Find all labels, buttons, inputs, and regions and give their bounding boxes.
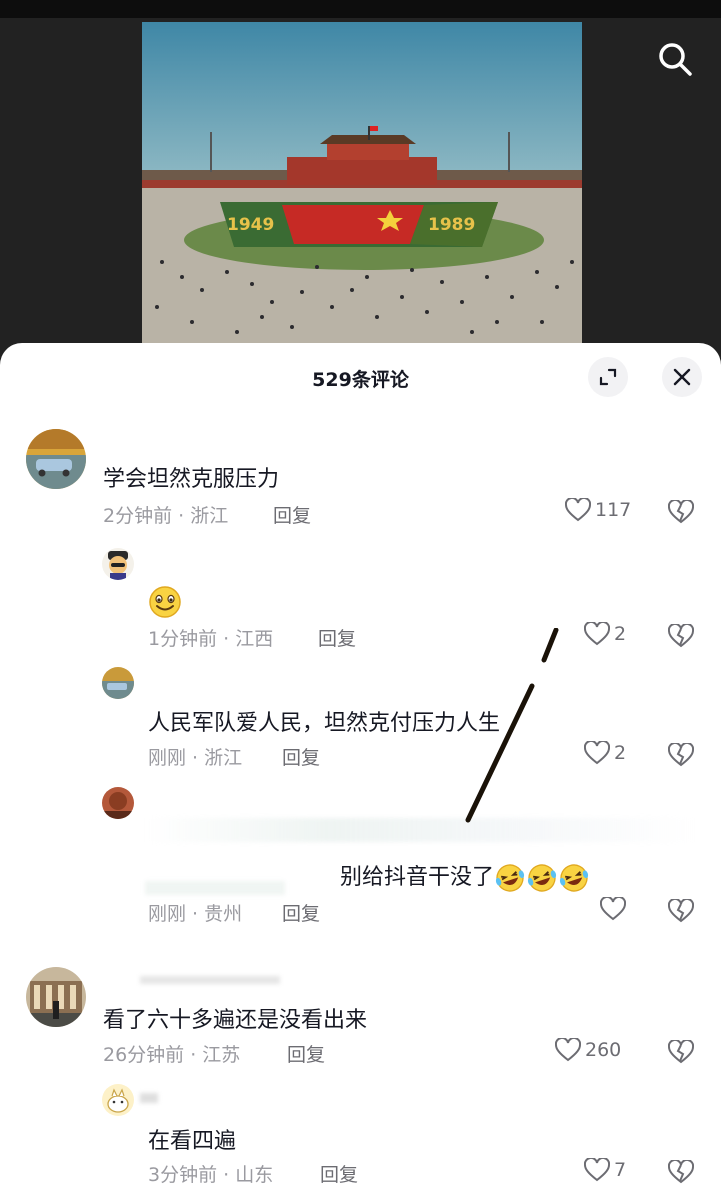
heart-icon — [600, 897, 626, 921]
reply-button[interactable]: 回复 — [282, 899, 320, 926]
comment-text: 别给抖音干没了 — [340, 865, 495, 890]
blurred-region — [145, 881, 285, 895]
dislike-button[interactable] — [667, 741, 695, 771]
comment-text: 人民军队爱人民，坦然克付压力人生 — [148, 711, 501, 736]
reply-button[interactable]: 回复 — [273, 501, 311, 528]
rolling-laughing-face-icon — [559, 864, 589, 892]
expand-button[interactable] — [588, 357, 628, 397]
smiling-face-icon — [149, 586, 181, 618]
video-player[interactable]: 1949 1989 — [142, 22, 582, 347]
heart-icon — [555, 1038, 581, 1062]
avatar[interactable] — [102, 667, 134, 699]
video-thumbnail: 1949 1989 — [142, 22, 582, 347]
heart-icon — [584, 741, 610, 765]
like-button[interactable] — [600, 897, 630, 921]
like-count: 260 — [585, 1039, 622, 1061]
dislike-button[interactable] — [667, 498, 695, 528]
comment-sheet: 529条评论 学会坦然克服压力 2分钟前 · 浙江 回复 117 1分钟前 · … — [0, 343, 721, 1200]
broken-heart-icon — [667, 1158, 695, 1184]
dislike-button[interactable] — [667, 1158, 695, 1188]
comment-meta: 2分钟前 · 浙江 — [103, 505, 229, 527]
expand-icon — [599, 368, 617, 386]
rolling-laughing-face-icon — [495, 864, 525, 892]
like-count: 2 — [614, 623, 627, 645]
close-icon — [673, 368, 691, 386]
comment-meta: 26分钟前 · 江苏 — [103, 1044, 241, 1066]
like-count: 7 — [614, 1159, 627, 1181]
heart-icon — [565, 498, 591, 522]
blurred-region — [145, 818, 695, 842]
comment-sheet-header: 529条评论 — [0, 343, 721, 411]
avatar[interactable] — [102, 548, 134, 580]
broken-heart-icon — [667, 897, 695, 923]
reply-button[interactable]: 回复 — [282, 743, 320, 770]
like-button[interactable]: 7 — [584, 1158, 626, 1182]
rolling-laughing-face-icon — [527, 864, 557, 892]
comment-text: 看了六十多遍还是没看出来 — [103, 1008, 368, 1033]
reply-button[interactable]: 回复 — [318, 624, 356, 651]
avatar[interactable] — [102, 787, 134, 819]
heart-icon — [584, 622, 610, 646]
like-button[interactable]: 2 — [584, 622, 626, 646]
annotation-stroke — [465, 628, 559, 823]
comment-text-row: 别给抖音干没了 — [340, 859, 590, 893]
avatar[interactable] — [26, 967, 86, 1027]
close-button[interactable] — [662, 357, 702, 397]
reply-button[interactable]: 回复 — [320, 1160, 358, 1187]
comment-text: 学会坦然克服压力 — [103, 467, 280, 492]
status-bar — [0, 0, 721, 18]
svg-text:1989: 1989 — [428, 215, 475, 235]
like-count: 117 — [595, 499, 632, 521]
comment-meta: 3分钟前 · 山东 — [148, 1164, 274, 1186]
like-button[interactable]: 2 — [584, 741, 626, 765]
blurred-region — [140, 976, 280, 984]
like-button[interactable]: 260 — [555, 1038, 621, 1062]
avatar[interactable] — [26, 429, 86, 489]
comment-emoji — [148, 585, 182, 619]
avatar[interactable] — [102, 1084, 134, 1116]
comment-meta: 1分钟前 · 江西 — [148, 628, 274, 650]
blurred-region — [140, 1093, 158, 1103]
like-button[interactable]: 117 — [565, 498, 631, 522]
dislike-button[interactable] — [667, 622, 695, 652]
search-button[interactable] — [652, 36, 698, 82]
heart-icon — [584, 1158, 610, 1182]
comment-meta: 刚刚 · 浙江 — [148, 747, 243, 769]
like-count: 2 — [614, 742, 627, 764]
svg-text:1949: 1949 — [227, 215, 274, 235]
dislike-button[interactable] — [667, 1038, 695, 1068]
reply-button[interactable]: 回复 — [287, 1040, 325, 1067]
comment-meta: 刚刚 · 贵州 — [148, 903, 243, 925]
broken-heart-icon — [667, 1038, 695, 1064]
dislike-button[interactable] — [667, 897, 695, 927]
broken-heart-icon — [667, 498, 695, 524]
search-icon — [659, 43, 692, 76]
broken-heart-icon — [667, 622, 695, 648]
broken-heart-icon — [667, 741, 695, 767]
comment-text: 在看四遍 — [148, 1129, 237, 1154]
